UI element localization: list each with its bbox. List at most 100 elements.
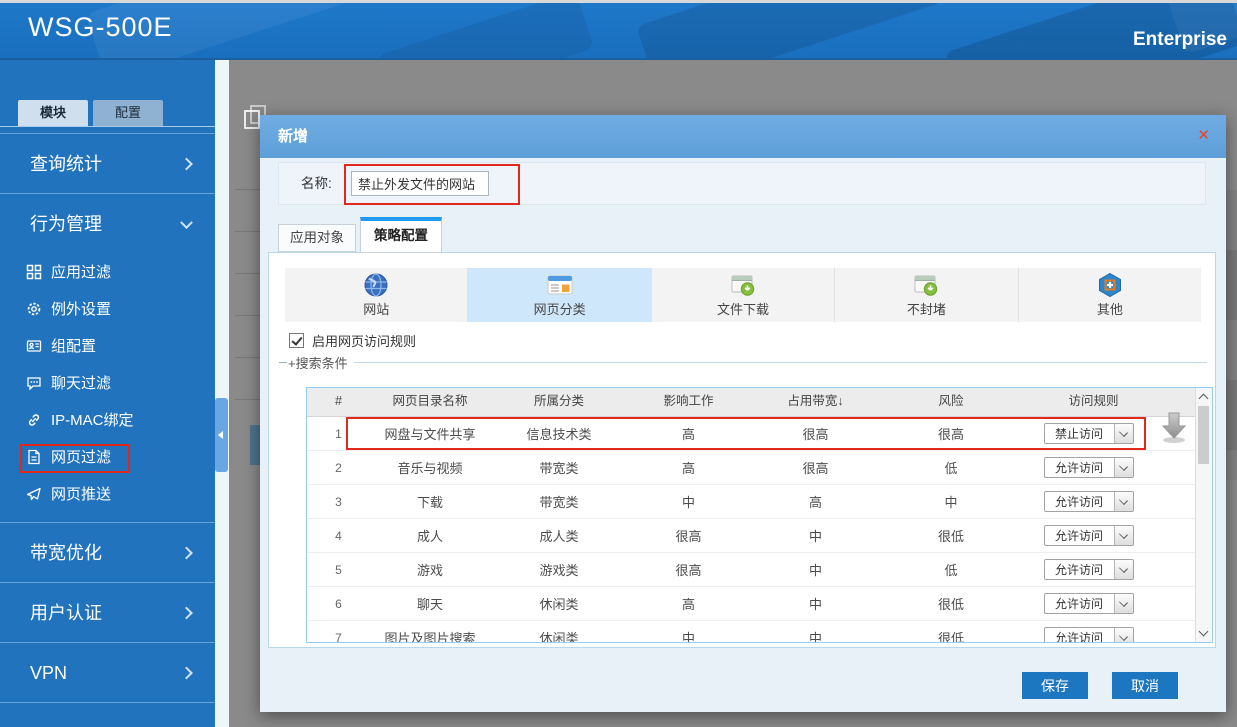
cell-category-name: 网盘与文件共享	[384, 427, 476, 442]
chevron-down-icon[interactable]	[1113, 594, 1133, 613]
cell-parent-category: 带宽类	[539, 495, 579, 510]
sidebar-tab[interactable]: 模块	[18, 100, 88, 126]
sidebar-section[interactable]: VPN	[0, 642, 215, 702]
sidebar-section-label: 行为管理	[30, 214, 102, 234]
access-rule-select[interactable]: 允许访问	[1043, 627, 1134, 643]
file-download-icon	[730, 272, 756, 298]
sidebar: 模块 配置 查询统计 行为管理 应用过滤 例外设置 组配置 聊天过滤 IP-MA…	[0, 60, 215, 727]
policy-type-tab-label: 文件下载	[717, 302, 770, 317]
cell-work-impact: 中	[681, 495, 695, 510]
column-header[interactable]: 风险	[882, 388, 1020, 416]
table-scrollbar[interactable]	[1195, 388, 1212, 642]
dialog-tab[interactable]: 策略配置	[360, 217, 442, 253]
header-decor	[375, 0, 595, 58]
sidebar-subitem-label: 网页推送	[51, 486, 112, 503]
window-top-strip	[0, 0, 1237, 3]
access-rule-select[interactable]: 禁止访问	[1043, 423, 1134, 444]
policy-type-tab[interactable]: 不封堵	[835, 268, 1019, 322]
policy-type-tab[interactable]: 其他	[1019, 268, 1201, 322]
sidebar-tab-bar: 模块 配置	[18, 100, 163, 126]
table-row[interactable]: 1 网盘与文件共享 信息技术类 高 很高 很高 禁止访问	[307, 417, 1212, 451]
search-condition-toggle[interactable]: +搜索条件	[279, 353, 1207, 372]
enable-rule-checkbox[interactable]	[289, 333, 304, 348]
save-button[interactable]: 保存	[1022, 672, 1088, 699]
access-rule-select[interactable]: 允许访问	[1043, 525, 1134, 546]
column-header[interactable]: 所属分类	[490, 388, 628, 416]
chevron-down-icon[interactable]	[1113, 560, 1133, 579]
add-dialog: 新增 ✕ 名称: 应用对象策略配置 网站 网页分类	[260, 115, 1226, 712]
cell-category-name: 成人	[416, 529, 443, 544]
cell-risk: 低	[944, 461, 958, 476]
chevron-down-icon[interactable]	[1113, 628, 1133, 642]
chevron-down-icon[interactable]	[1113, 458, 1133, 477]
table-row[interactable]: 2 音乐与视频 带宽类 高 很高 低 允许访问	[307, 451, 1212, 485]
sidebar-subitem[interactable]: 网页推送	[0, 475, 215, 512]
table-row[interactable]: 5 游戏 游戏类 很高 中 低 允许访问	[307, 553, 1212, 587]
policy-type-strip: 网站 网页分类 文件下载 不封堵 其他	[285, 268, 1201, 322]
sidebar-collapse-strip	[215, 60, 229, 727]
access-rule-select[interactable]: 允许访问	[1043, 457, 1134, 478]
access-rule-select[interactable]: 允许访问	[1043, 491, 1134, 512]
cell-risk: 很高	[937, 427, 964, 442]
policy-type-tab[interactable]: 网页分类	[468, 268, 652, 322]
app-filter-icon	[26, 264, 42, 280]
sidebar-subitem-label: 组配置	[51, 338, 97, 355]
sidebar-subitem[interactable]: 聊天过滤	[0, 364, 215, 401]
row-number: 6	[335, 596, 342, 611]
dialog-title: 新增	[278, 128, 309, 145]
column-header[interactable]: 占用带宽↓	[749, 388, 882, 416]
sidebar-section[interactable]: 用户认证	[0, 582, 215, 642]
column-header[interactable]: 影响工作	[628, 388, 749, 416]
sidebar-subitem-label: IP-MAC绑定	[51, 412, 134, 429]
table-row[interactable]: 7 图片及图片搜索 休闲类 中 中 很低 允许访问	[307, 621, 1212, 643]
chevron-icon	[180, 666, 193, 679]
cell-work-impact: 高	[681, 461, 695, 476]
sidebar-section-partial[interactable]	[0, 702, 215, 727]
sidebar-tab[interactable]: 配置	[93, 100, 163, 126]
column-header[interactable]: 网页目录名称	[370, 388, 490, 416]
access-rule-select[interactable]: 允许访问	[1043, 593, 1134, 614]
cancel-button[interactable]: 取消	[1112, 672, 1178, 699]
sidebar-subitem[interactable]: 应用过滤	[0, 253, 215, 290]
chevron-down-icon[interactable]	[1113, 526, 1133, 545]
cell-bandwidth-usage: 中	[808, 597, 822, 612]
sidebar-subitem[interactable]: 例外设置	[0, 290, 215, 327]
app-title: WSG-500E	[28, 12, 173, 42]
chevron-icon	[180, 157, 193, 170]
cell-work-impact: 中	[681, 631, 695, 643]
dialog-tab[interactable]: 应用对象	[278, 224, 356, 252]
cell-risk: 很低	[937, 597, 964, 612]
sidebar-subitem[interactable]: IP-MAC绑定	[0, 401, 215, 438]
search-divider-line	[353, 362, 1207, 363]
sidebar-section[interactable]: 查询统计	[0, 133, 215, 193]
chevron-down-icon[interactable]	[1113, 492, 1133, 511]
table-row[interactable]: 3 下载 带宽类 中 高 中 允许访问	[307, 485, 1212, 519]
policy-type-tab-label: 其他	[1096, 302, 1123, 317]
page: WSG-500E Enterprise 模块配置 查询统计 行为管理 应用过滤	[0, 0, 1237, 727]
sidebar-section[interactable]: 行为管理	[0, 193, 215, 253]
scroll-down-icon[interactable]	[1196, 626, 1212, 640]
policy-type-tab[interactable]: 网站	[285, 268, 469, 322]
scroll-up-icon[interactable]	[1196, 390, 1212, 404]
table-row[interactable]: 6 聊天 休闲类 高 中 很低 允许访问	[307, 587, 1212, 621]
access-rule-value: 允许访问	[1054, 631, 1103, 643]
table-row[interactable]: 4 成人 成人类 很高 中 很低 允许访问	[307, 519, 1212, 553]
sidebar-subitem[interactable]: 网页过滤	[0, 438, 215, 475]
sidebar-collapse-handle[interactable]	[215, 398, 228, 472]
column-header[interactable]: #	[307, 388, 370, 416]
name-input[interactable]	[351, 171, 489, 196]
enable-rule-row[interactable]: 启用网页访问规则	[289, 331, 416, 350]
column-header[interactable]: 访问规则	[1020, 388, 1197, 416]
scroll-thumb[interactable]	[1198, 406, 1209, 464]
chevron-down-icon[interactable]	[1113, 424, 1133, 443]
sidebar-section[interactable]: 带宽优化	[0, 522, 215, 582]
policy-type-tab[interactable]: 文件下载	[652, 268, 836, 322]
close-icon[interactable]: ✕	[1197, 128, 1210, 144]
cell-work-impact: 高	[681, 427, 695, 442]
access-rule-value: 允许访问	[1054, 563, 1103, 577]
table-body: 1 网盘与文件共享 信息技术类 高 很高 很高 禁止访问 2 音乐与视频 带宽类…	[307, 417, 1212, 643]
sidebar-subitem[interactable]: 组配置	[0, 327, 215, 364]
dimmed-table-rows	[235, 148, 262, 410]
access-rule-select[interactable]: 允许访问	[1043, 559, 1134, 580]
website-icon	[363, 272, 389, 298]
